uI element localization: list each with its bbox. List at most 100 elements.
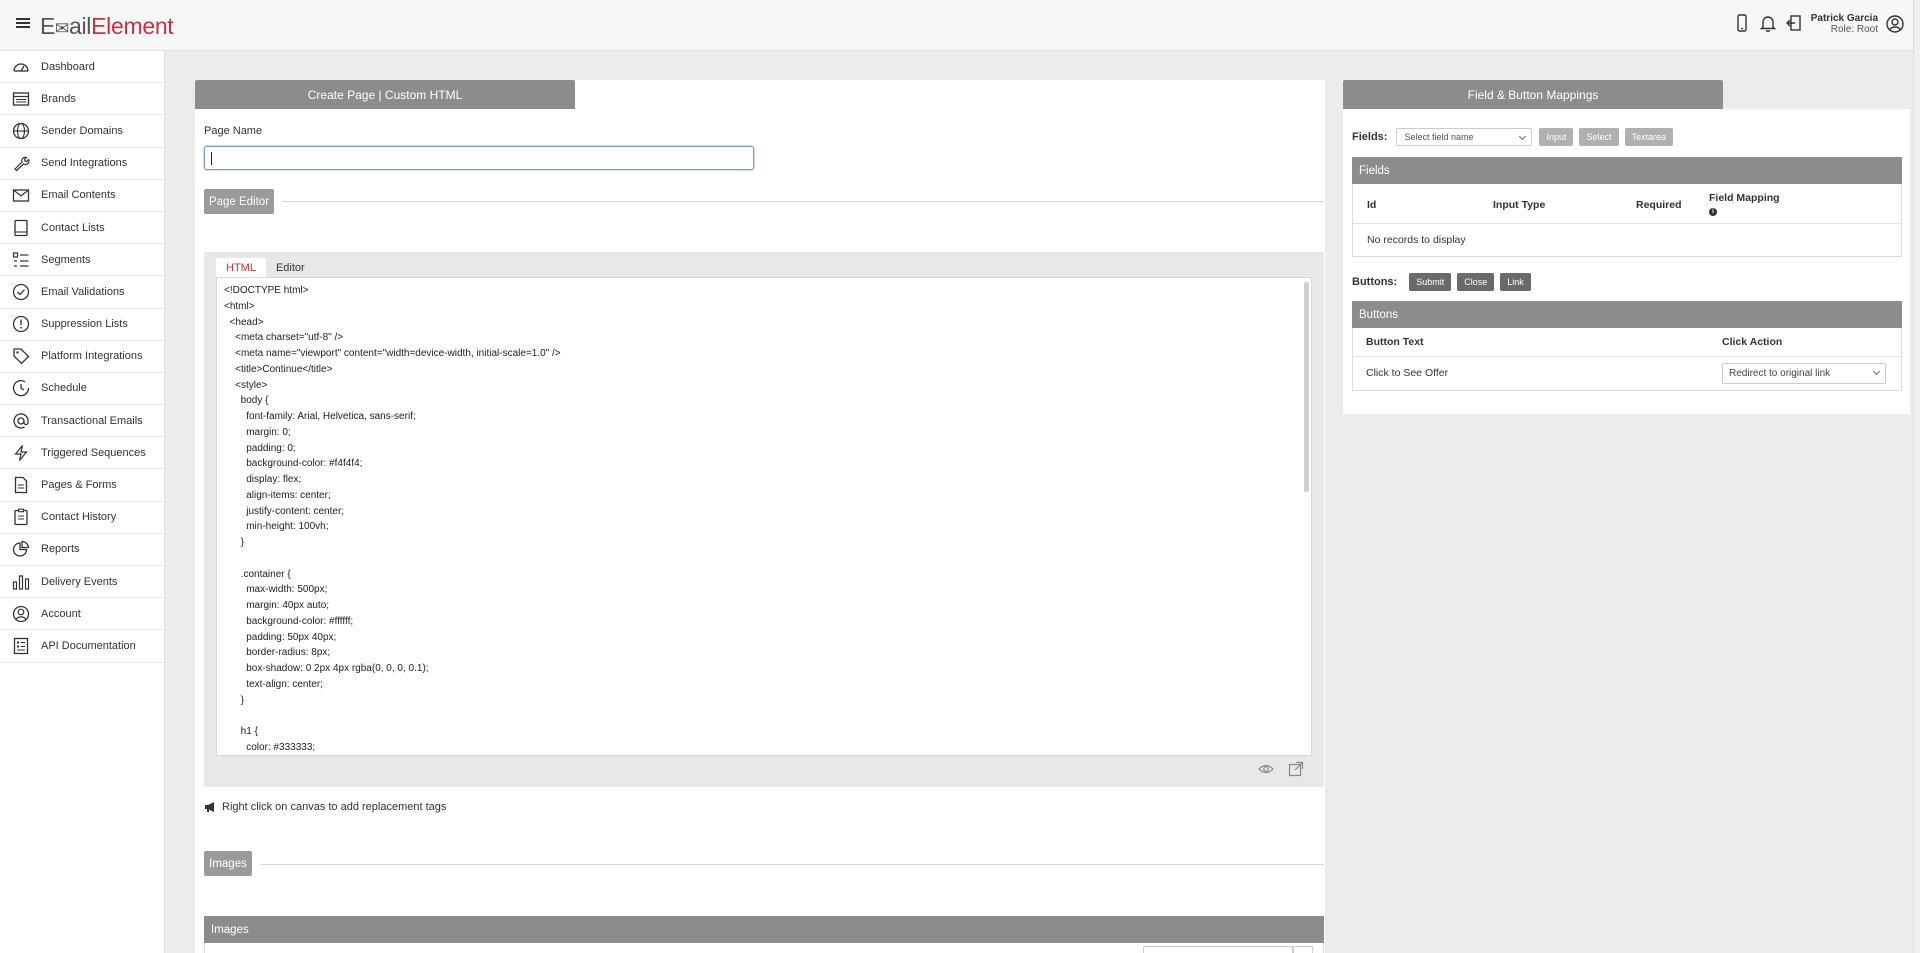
sidebar-item-label: API Documentation (41, 639, 136, 652)
link-button[interactable]: Link (1500, 273, 1531, 291)
images-toggle[interactable]: Images (204, 851, 252, 876)
sidebar-item-label: Brands (41, 92, 76, 105)
field-mappings-header: Field & Button Mappings (1343, 80, 1723, 109)
sidebar-item-label: Sender Domains (41, 124, 123, 137)
sidebar-item-dashboard[interactable]: Dashboard (0, 51, 164, 84)
images-panel-header: Images (204, 916, 1324, 943)
click-action-select[interactable]: Redirect to original link (1722, 363, 1886, 384)
page-editor-toggle[interactable]: Page Editor (204, 189, 274, 214)
list-box-icon (12, 92, 30, 106)
sidebar-item-email-validations[interactable]: Email Validations (0, 276, 164, 309)
sidebar-item-reports[interactable]: Reports (0, 534, 164, 566)
fields-table: Id Input Type Required Field Mapping i No… (1352, 184, 1902, 257)
code-text: <!DOCTYPE html> <html> <head> <meta char… (224, 285, 561, 753)
chevron-down-icon (1872, 367, 1881, 376)
logout-icon[interactable] (1786, 14, 1802, 32)
sidebar-item-suppression-lists[interactable]: Suppression Lists (0, 309, 164, 341)
at-icon (13, 412, 29, 429)
submit-button[interactable]: Submit (1409, 273, 1452, 291)
sidebar-item-transactional-emails[interactable]: Transactional Emails (0, 405, 164, 438)
tag-icon (13, 348, 30, 365)
sidebar-item-label: Pages & Forms (41, 479, 117, 492)
close-button[interactable]: Close (1457, 273, 1495, 291)
page-scrollbar[interactable] (1913, 0, 1920, 953)
tab-html[interactable]: HTML (216, 258, 266, 279)
document-list-icon (13, 637, 29, 655)
sidebar: Dashboard Brands Sender Domains Send Integr… (0, 51, 165, 953)
textarea-button[interactable]: Textarea (1624, 128, 1674, 146)
page-editor: HTML Editor <!DOCTYPE html> <html> <head… (204, 252, 1324, 787)
fields-panel-header: Fields (1352, 157, 1902, 184)
user-info[interactable]: Patrick Garcia Role: Root (1811, 13, 1878, 35)
sidebar-item-label: Segments (41, 253, 91, 266)
user-name: Patrick Garcia (1810, 13, 1878, 24)
sidebar-item-label: Dashboard (41, 60, 95, 73)
chevron-down-icon (1519, 132, 1527, 141)
column-header: Button Text (1366, 336, 1424, 348)
pie-chart-icon (12, 541, 30, 558)
wrench-icon (14, 156, 30, 172)
user-avatar-icon[interactable] (1886, 15, 1904, 33)
clock-icon (12, 380, 30, 397)
user-role: Role: Root (1830, 24, 1878, 35)
hamburger-menu-icon[interactable] (16, 16, 30, 30)
divider (282, 201, 1324, 202)
sidebar-item-label: Contact Lists (41, 221, 105, 234)
button-text-cell: Click to See Offer (1366, 367, 1449, 379)
sidebar-item-triggered-sequences[interactable]: Triggered Sequences (0, 437, 164, 470)
sidebar-item-label: Triggered Sequences (41, 446, 146, 459)
tab-editor[interactable]: Editor (266, 258, 315, 279)
check-circle-icon (12, 283, 30, 301)
page-name-input[interactable] (204, 146, 754, 170)
sidebar-item-contact-history[interactable]: Contact History (0, 502, 164, 534)
empty-message: No records to display (1367, 234, 1466, 246)
sidebar-item-account[interactable]: Account (0, 598, 164, 631)
create-page-header: Create Page | Custom HTML (195, 80, 575, 109)
book-icon (14, 219, 28, 236)
column-header: Id (1367, 199, 1377, 211)
mobile-device-icon[interactable] (1734, 14, 1750, 32)
sidebar-item-schedule[interactable]: Schedule (0, 373, 164, 406)
buttons-toolbar: Buttons: Submit Close Link (1352, 273, 1537, 291)
buttons-label: Buttons: (1352, 276, 1398, 288)
sidebar-item-label: Email Contents (41, 189, 116, 202)
buttons-panel-header: Buttons (1352, 301, 1902, 328)
sidebar-item-api-documentation[interactable]: API Documentation (0, 630, 164, 663)
divider (260, 864, 1324, 865)
images-panel-body (204, 943, 1324, 953)
bell-icon[interactable] (1760, 14, 1776, 32)
sidebar-item-platform-integrations[interactable]: Platform Integrations (0, 341, 164, 373)
sidebar-item-label: Delivery Events (41, 575, 118, 588)
user-circle-icon (12, 605, 30, 622)
buttons-table: Button Text Click Action Click to See Of… (1352, 328, 1902, 391)
column-header: Click Action (1722, 336, 1783, 348)
field-name-select[interactable]: Select field name (1396, 128, 1533, 146)
sidebar-item-contact-lists[interactable]: Contact Lists (0, 212, 164, 245)
input-button[interactable]: Input (1539, 128, 1574, 146)
eye-preview-icon[interactable] (1258, 761, 1274, 777)
fields-toolbar: Fields: Select field name Input Select T… (1352, 128, 1679, 146)
code-scrollbar[interactable] (1304, 282, 1309, 492)
sidebar-item-send-integrations[interactable]: Send Integrations (0, 148, 164, 180)
column-header: Field Mapping i (1709, 192, 1780, 216)
app-logo[interactable]: E✉ailElement (40, 13, 174, 40)
sidebar-item-sender-domains[interactable]: Sender Domains (0, 115, 164, 148)
select-button[interactable]: Select (1579, 128, 1619, 146)
sidebar-item-email-contents[interactable]: Email Contents (0, 180, 164, 212)
info-icon[interactable]: i (1709, 208, 1717, 216)
sidebar-item-label: Email Validations (41, 285, 125, 298)
sidebar-item-delivery-events[interactable]: Delivery Events (0, 566, 164, 599)
bolt-icon (14, 444, 28, 461)
sidebar-item-segments[interactable]: Segments (0, 244, 164, 277)
clipboard-icon (14, 508, 28, 526)
sidebar-item-pages-forms[interactable]: Pages & Forms (0, 469, 164, 502)
hint-text: Right click on canvas to add replacement… (222, 801, 447, 813)
replacement-tags-hint: Right click on canvas to add replacement… (204, 801, 446, 813)
sidebar-item-brands[interactable]: Brands (0, 83, 164, 116)
exclamation-circle-icon (12, 315, 30, 333)
gauge-icon (13, 62, 29, 72)
html-code-editor[interactable]: <!DOCTYPE html> <html> <head> <meta char… (216, 277, 1312, 756)
external-link-icon[interactable] (1288, 761, 1304, 777)
fields-label: Fields: (1352, 131, 1388, 143)
top-bar: E✉ailElement Patrick Garcia Role: Root (0, 0, 1920, 51)
